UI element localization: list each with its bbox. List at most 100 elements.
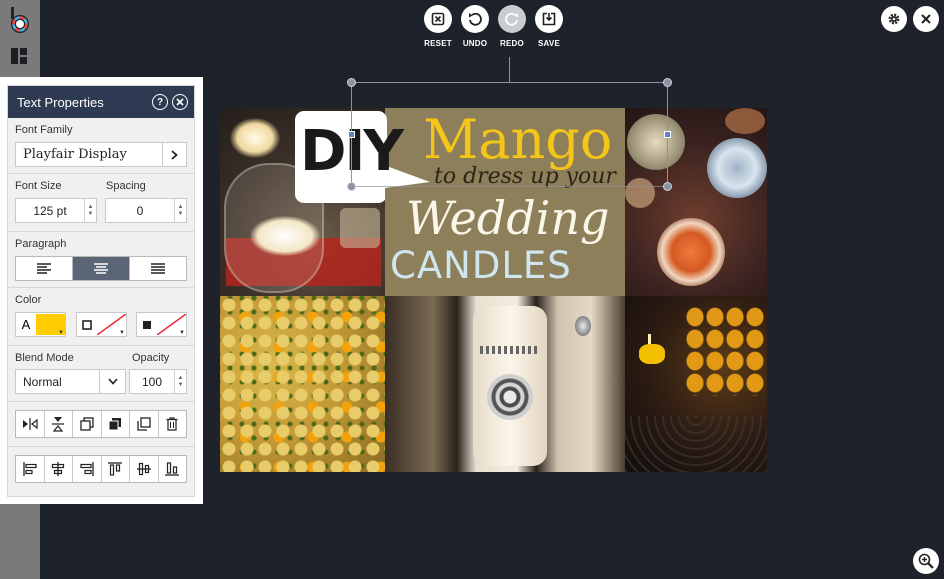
help-icon[interactable]: ?: [152, 94, 168, 110]
candles-text[interactable]: CANDLES: [390, 244, 572, 288]
font-family-value: Playfair Display: [23, 147, 127, 162]
undo-icon[interactable]: [461, 5, 489, 33]
blend-mode-select[interactable]: Normal: [15, 369, 126, 394]
stroke-color-picker[interactable]: ▼: [76, 312, 127, 337]
spacing-stepper[interactable]: ▲ ▼: [174, 199, 186, 222]
rotate-line: [509, 57, 510, 82]
align-bottom-edge-button[interactable]: [159, 456, 187, 482]
font-size-label: Font Size: [15, 180, 62, 192]
opacity-value: 100: [141, 374, 163, 389]
spacing-input[interactable]: 0 ▲ ▼: [105, 198, 187, 223]
opacity-stepper[interactable]: ▲ ▼: [174, 370, 186, 393]
resize-handle-left[interactable]: [348, 131, 355, 138]
text-color-picker[interactable]: A ▼: [15, 312, 66, 337]
design-canvas[interactable]: DIY Mango to dress up your Wedding CANDL…: [220, 108, 767, 472]
opacity-label: Opacity: [132, 352, 170, 364]
photo-decorative-candles: [625, 108, 767, 296]
align-left-button[interactable]: [16, 257, 73, 280]
align-toolbar: [15, 455, 187, 483]
align-justify-button[interactable]: [130, 257, 186, 280]
zoom-in-icon[interactable]: [913, 548, 939, 574]
resize-handle-bottom-left[interactable]: [347, 182, 356, 191]
gear-icon[interactable]: [881, 6, 907, 32]
blend-mode-value: Normal: [23, 374, 62, 389]
shadow-icon: [137, 320, 157, 330]
align-bottom-edge-icon: [165, 462, 180, 476]
send-backward-button[interactable]: [73, 411, 102, 437]
blend-mode-label: Blend Mode: [15, 352, 74, 364]
resize-handle-bottom-right[interactable]: [663, 182, 672, 191]
send-backward-icon: [80, 417, 94, 431]
flip-vertical-icon: [52, 417, 65, 432]
bring-forward-button[interactable]: [102, 411, 130, 437]
panel-title: Text Properties: [17, 94, 104, 110]
blend-opacity-section: Blend Mode Opacity Normal 100 ▲ ▼: [8, 346, 194, 402]
chevron-down-icon[interactable]: [99, 370, 125, 393]
font-size-input[interactable]: 125 pt ▲ ▼: [15, 198, 97, 223]
resize-handle-top-left[interactable]: [347, 78, 356, 87]
logo-icon[interactable]: [8, 7, 32, 35]
align-top-edge-icon: [108, 462, 123, 476]
spacing-label: Spacing: [106, 180, 146, 192]
opacity-input[interactable]: 100 ▲ ▼: [129, 369, 187, 394]
undo-label: UNDO: [462, 39, 488, 48]
size-spacing-section: Font Size Spacing 125 pt ▲ ▼ 0 ▲ ▼: [8, 174, 194, 232]
chevron-right-icon[interactable]: [162, 143, 186, 166]
font-family-section: Font Family Playfair Display: [8, 118, 194, 174]
photo-tulips: [625, 296, 767, 472]
flip-vertical-button[interactable]: [45, 411, 73, 437]
align-left-edge-icon: [23, 462, 37, 476]
spacing-value: 0: [136, 203, 144, 218]
paragraph-section: Paragraph: [8, 232, 194, 288]
align-justify-icon: [151, 263, 165, 274]
save-button[interactable]: SAVE: [529, 5, 569, 48]
redo-icon[interactable]: [498, 5, 526, 33]
mango-text[interactable]: Mango: [423, 108, 612, 172]
align-center-vertical-button[interactable]: [130, 456, 159, 482]
align-right-edge-button[interactable]: [73, 456, 102, 482]
color-section: Color A ▼ ▼ ▼: [8, 288, 194, 346]
flip-horizontal-button[interactable]: [16, 411, 45, 437]
align-top-edge-button[interactable]: [102, 456, 130, 482]
reset-icon[interactable]: [424, 5, 452, 33]
align-center-vertical-icon: [136, 462, 151, 476]
selection-bottom-edge: [351, 186, 667, 187]
redo-label: REDO: [500, 39, 524, 48]
font-size-value: 125 pt: [33, 203, 67, 218]
save-icon[interactable]: [535, 5, 563, 33]
close-icon[interactable]: [913, 6, 939, 32]
redo-button[interactable]: REDO: [492, 5, 532, 48]
paragraph-label: Paragraph: [15, 238, 67, 250]
delete-button[interactable]: [159, 411, 187, 437]
resize-handle-top-right[interactable]: [663, 78, 672, 87]
transform-section: [8, 402, 194, 447]
trash-icon: [166, 417, 178, 431]
reset-button[interactable]: RESET: [418, 5, 458, 48]
duplicate-icon: [137, 417, 151, 431]
align-left-edge-button[interactable]: [16, 456, 45, 482]
align-center-horizontal-button[interactable]: [45, 456, 73, 482]
font-family-label: Font Family: [15, 124, 73, 136]
font-family-select[interactable]: Playfair Display: [15, 142, 187, 167]
paragraph-alignment: [15, 256, 187, 281]
align-right-edge-icon: [80, 462, 94, 476]
selection-top-edge: [351, 82, 667, 83]
wedding-text[interactable]: Wedding: [406, 190, 609, 246]
font-size-stepper[interactable]: ▲ ▼: [84, 199, 96, 222]
resize-handle-right[interactable]: [664, 131, 671, 138]
shadow-color-dropdown-icon: ▼: [179, 330, 185, 336]
layout-icon[interactable]: [11, 48, 27, 64]
close-panel-icon[interactable]: [172, 94, 188, 110]
bring-forward-icon: [108, 418, 122, 431]
transform-toolbar: [15, 410, 187, 438]
shadow-color-picker[interactable]: ▼: [136, 312, 187, 337]
stroke-color-dropdown-icon: ▼: [119, 330, 125, 336]
undo-button[interactable]: UNDO: [455, 5, 495, 48]
duplicate-button[interactable]: [130, 411, 159, 437]
align-section: [8, 447, 194, 491]
align-center-button[interactable]: [73, 257, 130, 280]
stroke-icon: [77, 319, 97, 330]
text-properties-panel: Text Properties ? Font Family Playfair D…: [0, 77, 203, 504]
align-left-icon: [37, 263, 51, 274]
text-color-letter: A: [21, 317, 31, 332]
